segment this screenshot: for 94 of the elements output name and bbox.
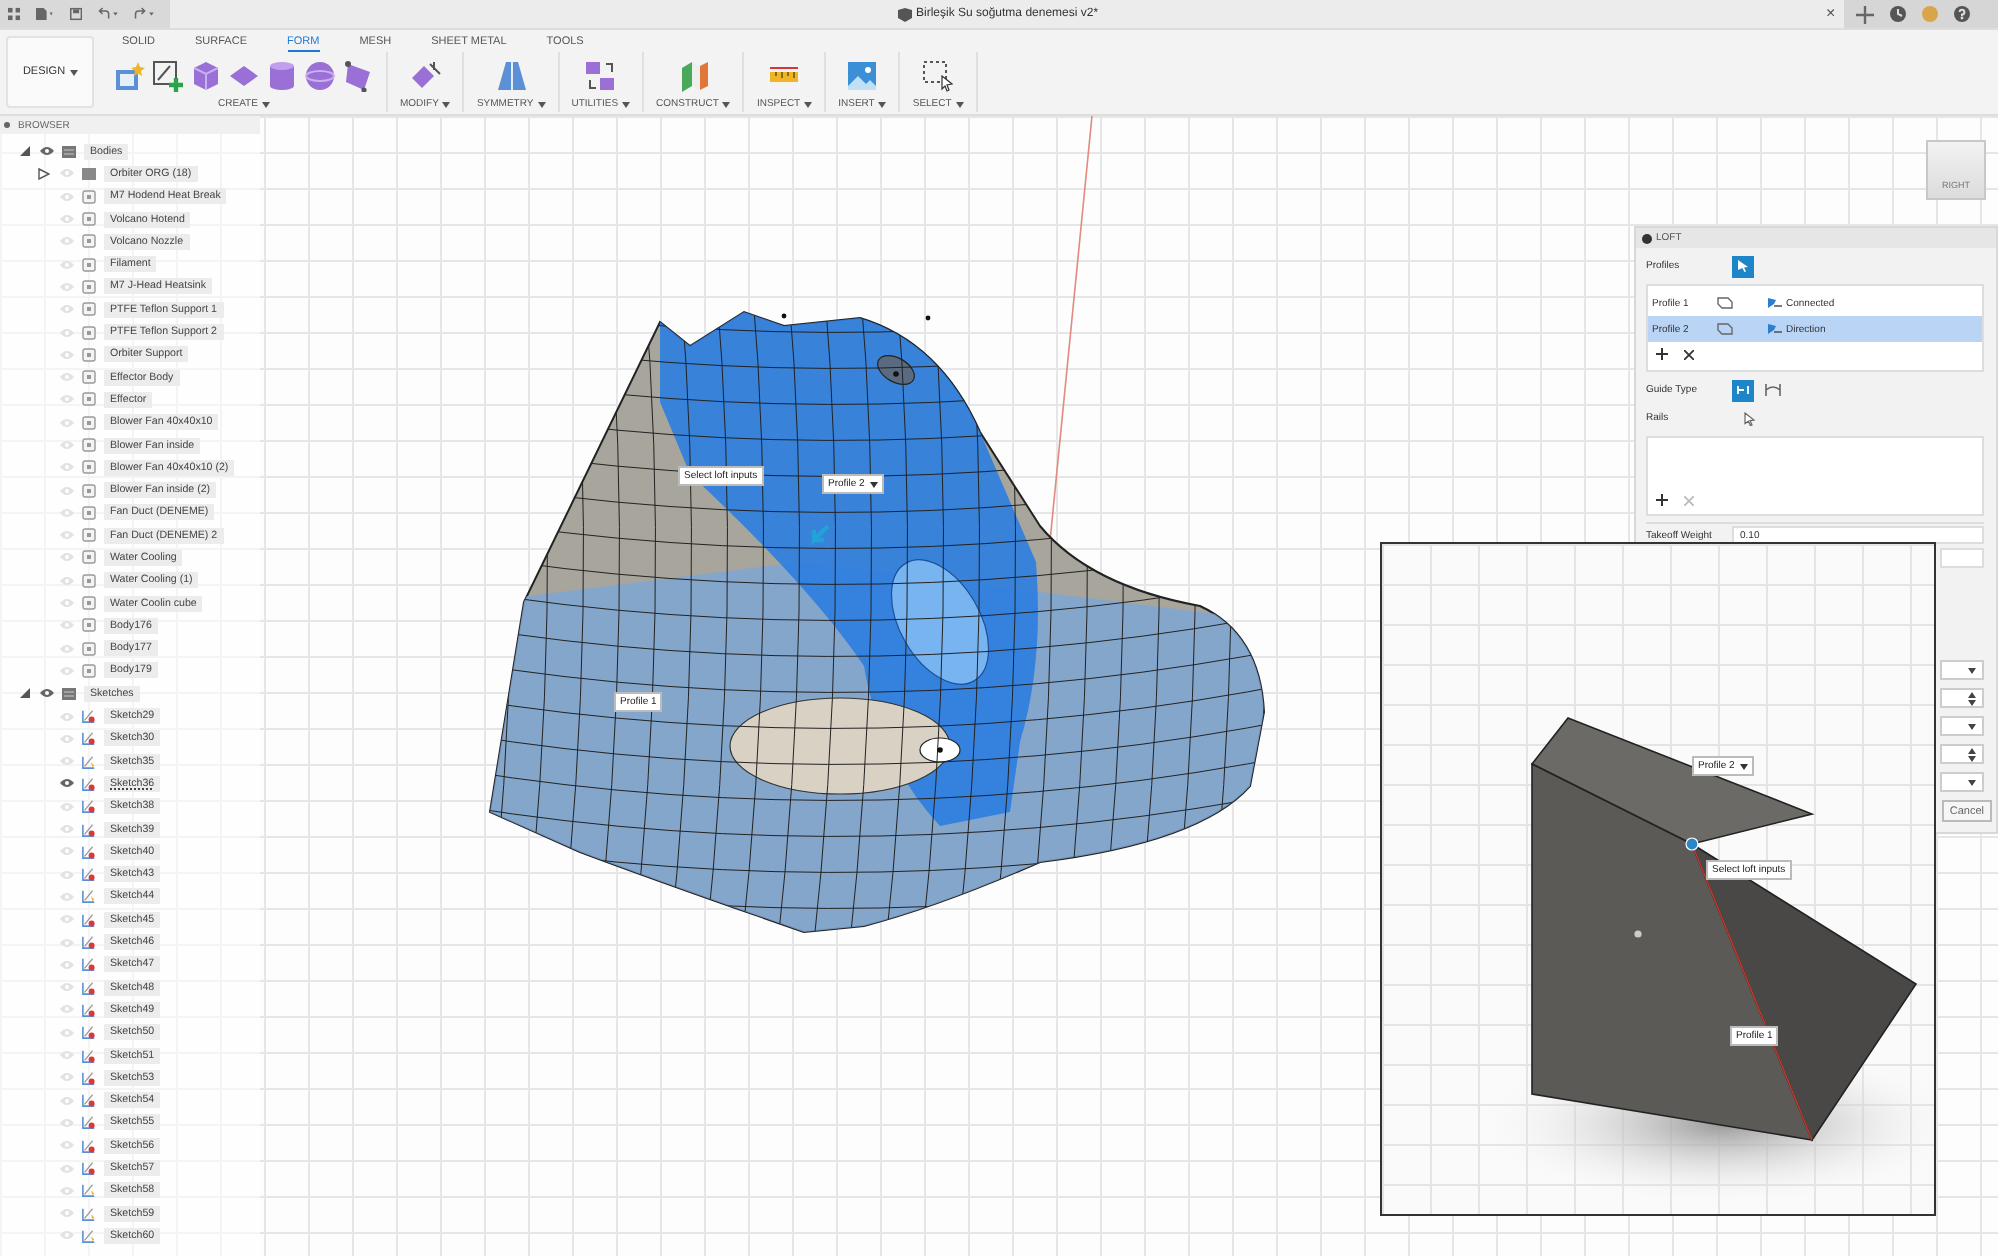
guide-icon [1736,384,1750,396]
avatar-icon[interactable] [1922,6,1938,22]
plus-icon[interactable] [1856,5,1874,23]
modify-icon[interactable] [409,60,442,92]
caret-icon [1968,667,1976,673]
body-icon [82,460,96,475]
document-icon [898,7,912,21]
image-icon[interactable] [846,60,879,92]
add-icon[interactable] [1656,348,1668,360]
component-icon[interactable] [114,60,146,92]
remove-icon[interactable] [1684,349,1694,359]
body-icon [82,641,96,656]
undo-icon[interactable] [98,6,119,22]
sphere-icon[interactable] [304,60,336,92]
body-icon [82,302,96,317]
symmetry-icon[interactable] [495,60,528,92]
caret-icon [261,101,270,107]
cube-icon[interactable] [190,60,222,92]
body-icon [82,618,96,633]
body-icon [82,370,96,385]
add-icon[interactable] [1656,494,1668,506]
select-button[interactable] [1732,255,1754,277]
planes-icon[interactable] [677,60,710,92]
help-icon[interactable] [1954,6,1970,22]
box-drawing[interactable] [1530,717,1918,1142]
dropdown-field[interactable] [1940,772,1984,792]
spinner-icon[interactable] [1968,747,1976,761]
caret-icon [1968,723,1976,729]
body-icon [82,438,96,452]
body-icon [82,212,96,227]
folder-icon [62,687,76,700]
dropdown-field[interactable] [1940,688,1984,708]
caret-icon [69,69,78,75]
save-icon[interactable] [70,6,83,22]
body-icon [82,528,96,543]
body-icon [82,347,96,362]
caret-icon [622,101,631,107]
file-icon[interactable] [36,6,55,22]
caret-icon [878,101,887,107]
close-tab-button[interactable]: × [1826,4,1836,22]
cursor-icon[interactable] [1744,411,1756,425]
expand-icon[interactable] [38,167,50,180]
folder-icon [82,167,96,180]
remove-icon [1684,495,1694,505]
app-grid-icon[interactable] [8,6,21,22]
body-icon [82,234,96,249]
caret-icon [722,101,731,107]
body-icon [82,505,96,520]
constraint-icon[interactable] [1766,322,1782,336]
dropdown-field[interactable] [1940,716,1984,736]
body-icon [82,279,96,294]
model-drawing[interactable] [489,311,1265,933]
body-icon [82,325,96,340]
body-icon [82,189,96,204]
body-icon [82,257,96,272]
caret-icon [955,101,964,107]
cursor-icon [1738,260,1748,272]
constraint-icon[interactable] [1766,296,1782,310]
expand-icon[interactable] [18,688,32,699]
dropdown-field[interactable] [1940,660,1984,680]
caret-icon [1740,763,1749,769]
body-icon [82,392,96,407]
eye-icon[interactable] [60,778,74,789]
caret-icon [1968,779,1976,785]
body-icon [82,415,96,430]
caret-icon [442,101,451,107]
dialog-dot-icon [1642,233,1652,243]
dropdown-field[interactable] [1940,744,1984,764]
collapse-icon[interactable] [4,122,10,128]
arrow-icon [811,523,831,546]
body-icon [82,663,96,678]
redo-icon[interactable] [134,6,155,22]
eye-icon[interactable] [40,688,54,699]
guide-type-button[interactable] [1732,379,1754,401]
expand-icon[interactable] [18,146,32,157]
eye-icon[interactable] [40,146,54,157]
sketch-icon[interactable] [152,60,184,92]
body-icon [82,550,96,565]
caret-icon [870,481,879,487]
quadball-icon[interactable] [342,60,374,92]
input-field[interactable] [1940,548,1984,568]
select-icon[interactable] [922,60,955,92]
body-icon [82,573,96,588]
cylinder-icon[interactable] [266,60,298,92]
utilities-icon[interactable] [584,60,617,92]
guide-type-icon[interactable] [1764,382,1782,398]
clock-icon[interactable] [1890,6,1906,22]
body-icon [82,596,96,611]
caret-icon [804,101,813,107]
spinner-icon[interactable] [1968,691,1976,705]
body-icon [82,483,96,498]
plane-icon[interactable] [228,60,260,92]
folder-icon [62,145,76,158]
caret-icon [537,101,546,107]
